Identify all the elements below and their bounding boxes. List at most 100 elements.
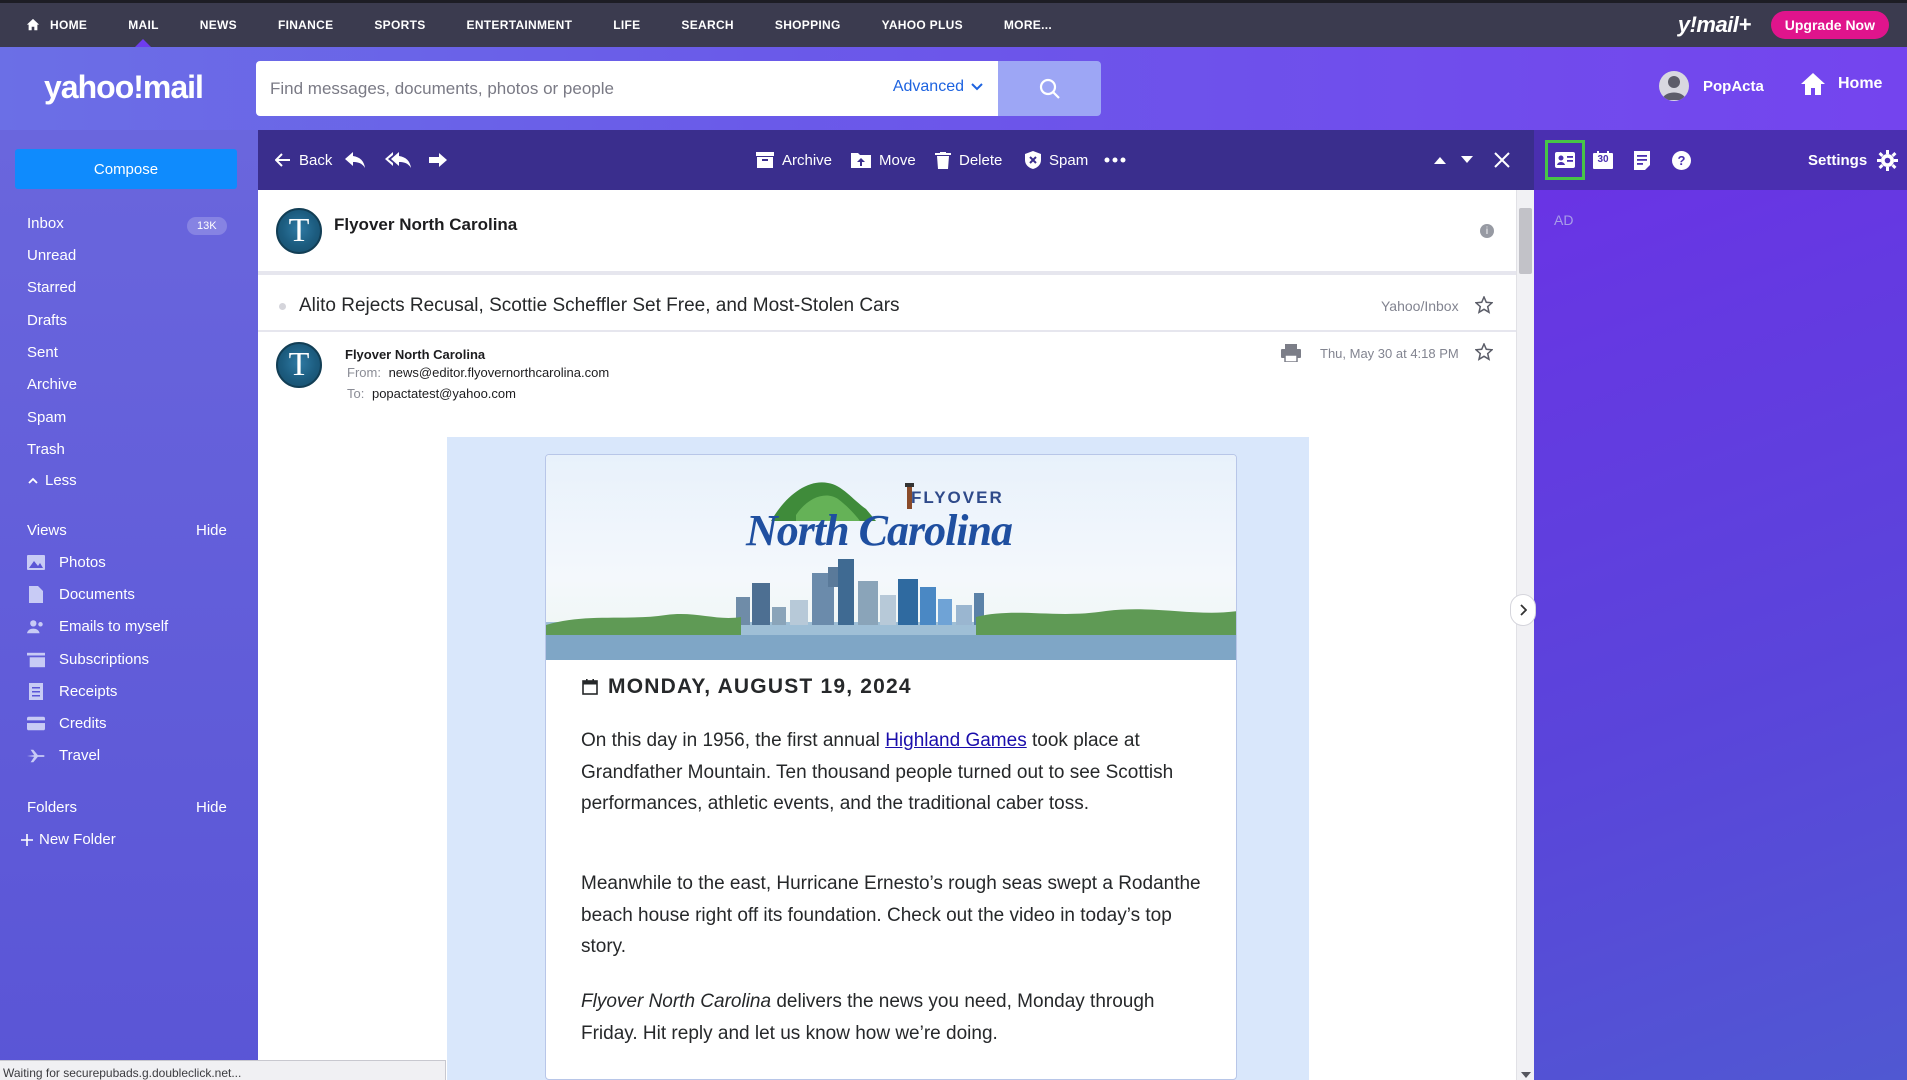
ymail-plus-logo[interactable]: y!mail+ (1678, 12, 1751, 38)
forward-icon (429, 153, 447, 167)
nav-finance[interactable]: FINANCE (278, 3, 333, 47)
sidebar-view-receipts[interactable]: Receipts (27, 683, 117, 700)
trash-icon (935, 151, 951, 169)
sidebar-view-travel[interactable]: Travel (27, 747, 100, 764)
help-button[interactable]: ? (1668, 147, 1694, 173)
user-profile[interactable]: PopActa (1659, 71, 1764, 101)
move-button[interactable]: Move (851, 130, 916, 190)
sidebar-item-label: Unread (27, 247, 77, 264)
spam-shield-icon (1025, 151, 1041, 169)
nav-search[interactable]: SEARCH (681, 3, 733, 47)
print-icon[interactable] (1281, 344, 1301, 362)
search-input[interactable] (270, 78, 870, 99)
advanced-search-toggle[interactable]: Advanced (893, 78, 984, 96)
sidebar-view-label: Photos (59, 554, 106, 571)
home-link[interactable]: Home (1800, 71, 1882, 97)
settings-button[interactable]: Settings (1808, 150, 1899, 171)
nav-home[interactable]: HOME (26, 3, 87, 47)
star-icon[interactable] (1475, 296, 1493, 314)
close-message-button[interactable] (1494, 130, 1518, 190)
notepad-button[interactable] (1629, 147, 1655, 173)
message-folder-label[interactable]: Yahoo/Inbox (1381, 298, 1459, 314)
message-subject: Alito Rejects Recusal, Scottie Scheffler… (299, 295, 900, 316)
nav-news[interactable]: NEWS (200, 3, 237, 47)
sidebar-item-unread[interactable]: Unread (27, 247, 76, 264)
calendar-button[interactable]: 30 (1590, 147, 1616, 173)
delete-label: Delete (959, 151, 1003, 169)
sidebar-item-trash[interactable]: Trash (27, 441, 65, 458)
sidebar-item-drafts[interactable]: Drafts (27, 312, 67, 329)
forward-button[interactable] (428, 130, 456, 190)
sidebar-item-inbox[interactable]: Inbox (27, 215, 64, 232)
nav-mail[interactable]: MAIL (128, 3, 159, 47)
yahoo-mail-logo[interactable]: yahoo!mail (44, 69, 204, 106)
message-toolbar: Back Archive Move Delete Spam (258, 130, 1534, 190)
to-address[interactable]: popactatest@yahoo.com (372, 386, 516, 401)
newsletter-paragraph-3: Flyover North Carolina delivers the news… (581, 986, 1206, 1049)
message-scrollbar[interactable] (1516, 190, 1534, 1080)
meta-sender-name[interactable]: Flyover North Carolina (345, 347, 485, 362)
delete-button[interactable]: Delete (935, 130, 1002, 190)
highland-games-link[interactable]: Highland Games (885, 730, 1027, 751)
calendar-icon (582, 679, 598, 695)
nav-sports[interactable]: SPORTS (374, 3, 425, 47)
back-label: Back (299, 151, 333, 169)
sidebar-item-label: Spam (27, 409, 67, 426)
sidebar-view-credits[interactable]: Credits (27, 715, 107, 732)
from-address[interactable]: news@editor.flyovernorthcarolina.com (389, 365, 610, 380)
scroll-down-arrow-icon[interactable] (1521, 1072, 1531, 1078)
folders-heading: Folders (27, 799, 78, 816)
home-icon (1801, 73, 1825, 95)
inbox-count-badge: 13K (187, 217, 227, 235)
archive-button[interactable]: Archive (756, 130, 832, 190)
next-message-button[interactable] (1461, 130, 1481, 190)
newsletter-banner: FLYOVER North Carolina (546, 455, 1236, 660)
previous-message-button[interactable] (1434, 130, 1454, 190)
sidebar-item-starred[interactable]: Starred (27, 279, 76, 296)
more-actions-button[interactable] (1104, 130, 1134, 190)
reply-button[interactable] (345, 130, 373, 190)
sidebar-view-subscriptions[interactable]: Subscriptions (27, 651, 149, 668)
sidebar-item-archive[interactable]: Archive (27, 376, 77, 393)
nav-life[interactable]: LIFE (613, 3, 640, 47)
subscriptions-icon (27, 652, 45, 668)
folders-hide-button[interactable]: Hide (196, 799, 227, 816)
nav-shopping[interactable]: SHOPPING (775, 3, 841, 47)
spam-button[interactable]: Spam (1025, 130, 1088, 190)
reply-all-button[interactable] (385, 130, 419, 190)
message-date: Thu, May 30 at 4:18 PM (1320, 346, 1459, 361)
unread-indicator[interactable] (279, 303, 286, 310)
gear-icon (1877, 150, 1899, 171)
sidebar-item-label: Inbox (27, 215, 64, 232)
new-folder-button[interactable]: New Folder (21, 831, 116, 848)
upgrade-now-button[interactable]: Upgrade Now (1770, 11, 1889, 39)
sidebar-view-documents[interactable]: Documents (27, 586, 135, 603)
expand-panel-button[interactable] (1510, 594, 1536, 626)
compose-button[interactable]: Compose (15, 149, 237, 189)
svg-text:?: ? (1677, 153, 1685, 168)
sidebar-item-label: Drafts (27, 312, 68, 329)
search-button[interactable] (998, 61, 1101, 116)
nav-entertainment[interactable]: ENTERTAINMENT (467, 3, 573, 47)
info-icon[interactable]: i (1480, 224, 1494, 238)
settings-label: Settings (1808, 152, 1868, 169)
back-button[interactable]: Back (275, 130, 332, 190)
scrollbar-thumb[interactable] (1519, 208, 1532, 274)
views-hide-button[interactable]: Hide (196, 522, 227, 539)
brand-main-text: North Carolina (746, 506, 1013, 555)
sidebar-item-sent[interactable]: Sent (27, 344, 58, 361)
more-dots-icon (1104, 157, 1126, 163)
move-folder-icon (851, 153, 871, 168)
sidebar-view-emails-to-myself[interactable]: Emails to myself (27, 618, 168, 635)
star-icon[interactable] (1475, 343, 1493, 361)
nav-more[interactable]: MORE... (1004, 3, 1052, 47)
sender-name-heading[interactable]: Flyover North Carolina (334, 215, 517, 235)
sidebar-item-spam[interactable]: Spam (27, 409, 66, 426)
contacts-button[interactable] (1545, 140, 1585, 180)
sidebar-less-toggle[interactable]: Less (27, 472, 77, 489)
advanced-label: Advanced (892, 78, 964, 95)
sidebar-item-label: Archive (27, 376, 78, 393)
sidebar-view-photos[interactable]: Photos (27, 554, 106, 571)
home-icon (26, 18, 40, 31)
nav-yahoo-plus[interactable]: YAHOO PLUS (882, 3, 963, 47)
